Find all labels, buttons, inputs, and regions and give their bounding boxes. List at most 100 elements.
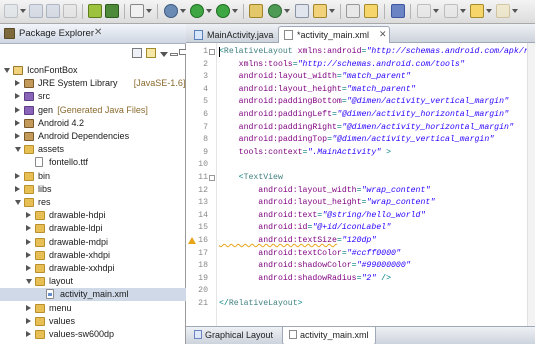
- pkg-icon: [24, 92, 34, 102]
- close-icon[interactable]: ✕: [94, 27, 102, 38]
- pen-icon[interactable]: [391, 4, 405, 18]
- line-number: 8: [203, 135, 208, 145]
- tree-item[interactable]: Android Dependencies: [0, 130, 186, 143]
- run-icon[interactable]: [190, 4, 204, 18]
- print-icon[interactable]: [63, 4, 77, 18]
- forward-icon[interactable]: [496, 4, 510, 18]
- debug-icon[interactable]: [164, 4, 178, 18]
- chevron-right-icon[interactable]: [15, 172, 20, 179]
- tree-item[interactable]: menu: [0, 302, 186, 315]
- tree-item[interactable]: drawable-hdpi: [0, 209, 186, 222]
- code-area[interactable]: <RelativeLayout xmlns:android="http://sc…: [219, 43, 535, 326]
- tree-item[interactable]: drawable-xxhdpi: [0, 262, 186, 275]
- chevron-down-icon[interactable]: [15, 200, 21, 205]
- next-annotation-icon[interactable]: [417, 4, 431, 18]
- tab-graphical-layout[interactable]: Graphical Layout: [188, 327, 279, 344]
- fold-toggle-icon[interactable]: [209, 49, 215, 55]
- view-menu-icon[interactable]: [160, 52, 168, 57]
- tree-item[interactable]: drawable-ldpi: [0, 222, 186, 235]
- file-icon: [35, 157, 43, 168]
- tree-item[interactable]: assets: [0, 143, 186, 156]
- tree-item[interactable]: values: [0, 315, 186, 328]
- chevron-down-icon[interactable]: [284, 9, 290, 13]
- lint-icon[interactable]: [130, 4, 144, 18]
- chevron-right-icon[interactable]: [26, 331, 31, 337]
- tab-mainactivity-java[interactable]: MainActivity.java: [188, 26, 276, 43]
- chevron-right-icon[interactable]: [15, 93, 20, 100]
- close-icon[interactable]: ✕: [379, 29, 387, 40]
- chevron-right-icon[interactable]: [26, 212, 31, 219]
- link-with-editor-icon[interactable]: [146, 48, 156, 58]
- android-sdk-icon[interactable]: [88, 4, 102, 18]
- tab-label: *activity_main.xml: [297, 30, 370, 40]
- save-all-icon[interactable]: [46, 4, 60, 18]
- chevron-right-icon[interactable]: [15, 80, 20, 87]
- tree-item[interactable]: src: [0, 90, 186, 103]
- chevron-right-icon[interactable]: [26, 225, 31, 232]
- back-icon[interactable]: [470, 4, 484, 18]
- tree-item[interactable]: activity_main.xml: [0, 288, 186, 302]
- avd-manager-icon[interactable]: [105, 4, 119, 18]
- tree-item[interactable]: gen [Generated Java Files]: [0, 104, 186, 117]
- tree-item[interactable]: libs: [0, 183, 186, 196]
- chevron-right-icon[interactable]: [26, 317, 31, 324]
- chevron-down-icon[interactable]: [512, 9, 518, 13]
- tree-item-label: gen: [38, 104, 54, 115]
- code-line: android:textSize="120dp": [219, 235, 376, 247]
- chevron-right-icon[interactable]: [15, 133, 20, 139]
- new-java-class-icon[interactable]: [268, 4, 282, 18]
- fold-toggle-icon[interactable]: [209, 175, 215, 181]
- minimize-icon[interactable]: [170, 53, 178, 56]
- tab-activity-main-xml[interactable]: *activity_main.xml ✕: [278, 26, 390, 43]
- tree-item[interactable]: drawable-xhdpi: [0, 249, 186, 262]
- tree-item[interactable]: drawable-mdpi: [0, 236, 186, 249]
- collapse-all-icon[interactable]: [132, 48, 142, 58]
- tree-item[interactable]: Android 4.2: [0, 117, 186, 130]
- chevron-down-icon[interactable]: [20, 9, 26, 13]
- vertical-scrollbar[interactable]: [527, 43, 535, 326]
- chevron-right-icon[interactable]: [26, 251, 31, 258]
- chevron-right-icon[interactable]: [15, 185, 20, 192]
- tree-item[interactable]: values-sw600dp: [0, 328, 186, 341]
- chevron-down-icon[interactable]: [146, 9, 152, 13]
- save-icon[interactable]: [29, 4, 43, 18]
- external-tools-icon[interactable]: [216, 4, 230, 18]
- pin-icon[interactable]: [346, 4, 360, 18]
- new-icon[interactable]: [4, 4, 18, 18]
- chevron-down-icon[interactable]: [15, 147, 21, 153]
- package-explorer-tab[interactable]: Package Explorer ✕: [0, 24, 186, 44]
- chevron-down-icon[interactable]: [460, 9, 466, 13]
- tree-item[interactable]: res: [0, 196, 186, 209]
- new-java-package-icon[interactable]: [249, 4, 263, 18]
- tree-item-label: libs: [38, 183, 52, 194]
- tree-item[interactable]: JRE System Library [JavaSE-1.6]: [0, 77, 186, 90]
- chevron-down-icon[interactable]: [4, 68, 10, 73]
- tree-item[interactable]: IconFontBox: [0, 64, 186, 77]
- chevron-down-icon[interactable]: [232, 9, 238, 13]
- line-number: 21: [198, 299, 208, 308]
- chevron-right-icon[interactable]: [26, 238, 31, 245]
- tree-item-label: values: [49, 315, 76, 326]
- previous-annotation-icon[interactable]: [444, 4, 458, 18]
- tree-item[interactable]: fontello.ttf: [0, 156, 186, 169]
- chevron-right-icon[interactable]: [15, 106, 20, 113]
- chevron-down-icon[interactable]: [329, 9, 335, 13]
- tree-item[interactable]: layout: [0, 275, 186, 288]
- code-token: </: [219, 299, 229, 308]
- chevron-down-icon[interactable]: [206, 9, 212, 13]
- tree-item[interactable]: bin: [0, 170, 186, 183]
- open-type-icon[interactable]: [295, 4, 309, 18]
- annotation-icon[interactable]: [364, 4, 378, 18]
- code-token: android:layout_height: [219, 198, 362, 208]
- chevron-right-icon[interactable]: [15, 119, 20, 126]
- chevron-right-icon[interactable]: [26, 304, 31, 311]
- chevron-down-icon[interactable]: [26, 279, 32, 285]
- tab-xml-source[interactable]: activity_main.xml: [282, 327, 376, 344]
- chevron-down-icon[interactable]: [180, 9, 186, 13]
- code-token: "120dp": [341, 236, 377, 245]
- chevron-right-icon[interactable]: [26, 265, 31, 271]
- warning-icon[interactable]: [188, 237, 196, 244]
- chevron-down-icon[interactable]: [486, 9, 492, 13]
- chevron-down-icon[interactable]: [433, 9, 439, 13]
- search-icon[interactable]: [313, 4, 327, 18]
